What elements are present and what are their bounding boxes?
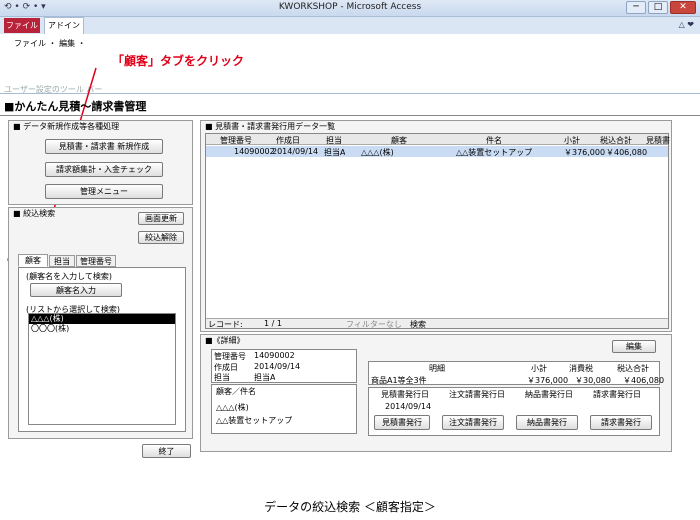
summary-head-total: 税込合計: [617, 364, 649, 373]
cell-subtotal: ￥376,000: [564, 148, 606, 157]
data-grid: [205, 133, 669, 329]
summary-head-subtotal: 小計: [531, 364, 547, 373]
col-header[interactable]: 件名: [486, 135, 502, 146]
list-item[interactable]: 〇〇〇(株): [29, 324, 175, 334]
field-label: 管理番号: [214, 352, 246, 361]
issue-head-order: 注文請書発行日: [449, 390, 505, 399]
filter-status[interactable]: フィルターなし: [346, 319, 402, 330]
cell-customer: △△△(株): [361, 148, 394, 157]
summary-head-detail: 明細: [429, 364, 445, 373]
col-header[interactable]: 管理番号: [220, 135, 252, 146]
issue-date-quote: 2014/09/14: [385, 402, 432, 411]
refresh-button[interactable]: 画面更新: [138, 212, 184, 225]
col-header[interactable]: 担当: [326, 135, 342, 146]
clear-filter-button[interactable]: 絞込解除: [138, 231, 184, 244]
input-hint: (顧客名を入力して検索): [26, 272, 113, 281]
client-label: 顧客／件名: [216, 387, 256, 396]
record-position[interactable]: 1 / 1: [264, 319, 282, 328]
customer-list[interactable]: △△△(株) 〇〇〇(株): [28, 313, 176, 425]
field-value: 担当A: [254, 373, 276, 382]
detail-fields: 管理番号 14090002 作成日 2014/09/14 担当 担当A: [211, 349, 357, 383]
data-list-header: ■ 見積書・請求書発行用データ一覧: [205, 122, 336, 131]
issue-delivery-button[interactable]: 納品書発行: [516, 415, 578, 430]
record-label: レコード:: [208, 320, 243, 329]
field-label: 担当: [214, 373, 230, 382]
billing-check-button[interactable]: 請求額集計・入金チェック: [45, 162, 163, 177]
tab-control-number[interactable]: 管理番号: [76, 255, 116, 267]
new-quote-invoice-button[interactable]: 見積書・請求書 新規作成: [45, 139, 163, 154]
subject-name: △△装置セットアップ: [216, 416, 293, 425]
cell-total: ￥406,080: [606, 148, 648, 157]
client-name: △△△(株): [216, 403, 249, 412]
cell-control-number: 14090002: [234, 147, 275, 156]
grid-header-row: 管理番号 作成日 担当 顧客 件名 小計 税込合計 見積書: [206, 134, 670, 146]
summary-item: 商品A1等全3件: [371, 376, 427, 385]
exit-button[interactable]: 終了: [142, 444, 191, 458]
issue-head-invoice: 請求書発行日: [593, 390, 641, 399]
cell-staff: 担当A: [324, 148, 346, 157]
col-header[interactable]: 見積書: [646, 135, 670, 146]
detail-header: ■《詳細》: [205, 336, 245, 345]
issue-order-button[interactable]: 注文請書発行: [442, 415, 504, 430]
col-header[interactable]: 作成日: [276, 135, 300, 146]
issue-head-delivery: 納品書発行日: [525, 390, 573, 399]
form-title: ■かんたん見積～請求書管理: [0, 98, 700, 116]
tab-customer[interactable]: 顧客: [18, 254, 48, 267]
client-box: 顧客／件名 △△△(株) △△装置セットアップ: [211, 384, 357, 434]
issue-invoice-button[interactable]: 請求書発行: [590, 415, 652, 430]
issue-head-quote: 見積書発行日: [381, 390, 429, 399]
summary-subtotal: ￥376,000: [527, 376, 569, 385]
issue-quote-button[interactable]: 見積書発行: [374, 415, 430, 430]
summary-tax: ￥30,080: [575, 376, 611, 385]
grid-search-input[interactable]: 検索: [410, 319, 426, 330]
summary-head-tax: 消費税: [569, 364, 593, 373]
col-header[interactable]: 顧客: [391, 135, 407, 146]
figure-caption: データの絞込検索 ＜顧客指定＞: [264, 500, 436, 514]
summary-table: 明細 小計 消費税 税込合計 商品A1等全3件 ￥376,000 ￥30,080…: [368, 361, 664, 385]
col-header[interactable]: 税込合計: [600, 135, 632, 146]
table-row[interactable]: 14090002 2014/09/14 担当A △△△(株) △△装置セットアッ…: [206, 146, 668, 157]
field-value: 2014/09/14: [254, 362, 301, 371]
cell-date: 2014/09/14: [272, 147, 319, 156]
list-item[interactable]: △△△(株): [29, 314, 175, 324]
tab-staff[interactable]: 担当: [49, 255, 75, 267]
record-nav-bar: レコード: 1 / 1 フィルターなし 検索: [206, 318, 668, 330]
summary-total: ￥406,080: [623, 376, 665, 385]
field-value: 14090002: [254, 351, 295, 360]
customer-name-input-button[interactable]: 顧客名入力: [30, 283, 122, 297]
edit-button[interactable]: 編集: [612, 340, 656, 353]
cell-subject: △△装置セットアップ: [456, 148, 533, 157]
processing-panel-header: ■ データ新規作成等各種処理: [13, 122, 120, 131]
col-header[interactable]: 小計: [564, 135, 580, 146]
admin-menu-button[interactable]: 管理メニュー: [45, 184, 163, 199]
